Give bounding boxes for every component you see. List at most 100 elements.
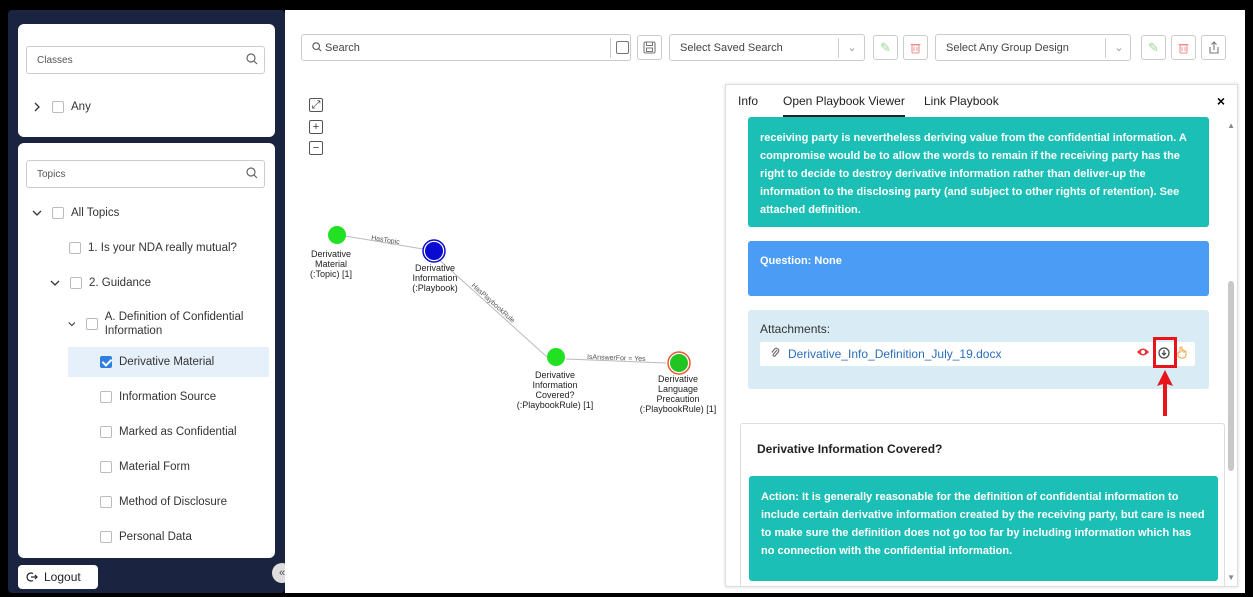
highlight-box [1153, 337, 1177, 368]
topics-placeholder: Topics [37, 169, 66, 180]
divider [610, 38, 611, 58]
checkbox[interactable] [52, 101, 64, 113]
save-icon [643, 41, 656, 54]
chevron-down-icon[interactable] [32, 208, 42, 218]
topics-card: Topics All Topics 1. Is your NDA really … [18, 143, 275, 558]
attachment-row: Derivative_Info_Definition_July_19.docx [760, 342, 1195, 366]
graph-node-information-covered[interactable] [547, 348, 565, 366]
classes-card: Classes Any [18, 24, 275, 137]
tab-link-playbook[interactable]: Link Playbook [924, 94, 999, 108]
tree-row-marked-confidential[interactable]: Marked as Confidential [100, 422, 237, 442]
logout-label: Logout [44, 570, 81, 584]
search-icon[interactable] [246, 167, 258, 179]
sidebar: Classes Any Topics All Topics 1. Is your… [8, 10, 285, 593]
eye-icon[interactable] [1136, 346, 1150, 361]
chevron-down-icon[interactable]: ⌄ [842, 37, 862, 57]
scrollbar-thumb[interactable] [1228, 281, 1234, 471]
toolbar: Search Select Saved Search ⌄ ✎ Select An… [285, 10, 1245, 74]
edit-group-design-button[interactable]: ✎ [1141, 35, 1166, 60]
tree-row-derivative-material[interactable]: Derivative Material [68, 347, 269, 377]
checkbox[interactable] [616, 41, 629, 54]
scroll-up-icon[interactable]: ▲ [1227, 121, 1235, 130]
node-label: Derivative Information Covered? (:Playbo… [516, 370, 594, 410]
checkbox[interactable] [100, 426, 112, 438]
checkbox-checked[interactable] [100, 356, 112, 368]
checkbox[interactable] [100, 496, 112, 508]
action-block-top: receiving party is nevertheless deriving… [748, 117, 1209, 227]
checkbox[interactable] [100, 391, 112, 403]
panel-tabs: Info Open Playbook Viewer Link Playbook … [726, 85, 1237, 117]
search-input[interactable]: Search [301, 34, 631, 61]
paperclip-icon [770, 347, 780, 362]
tree-row-definition-confidential[interactable]: A. Definition of Confidential Informatio… [68, 309, 258, 339]
search-placeholder: Search [325, 42, 360, 54]
chevron-down-icon[interactable] [50, 278, 60, 288]
divider [838, 38, 839, 58]
search-icon [312, 42, 322, 52]
chevron-down-icon[interactable] [68, 319, 76, 329]
tree-row-any[interactable]: Any [32, 97, 91, 117]
export-button[interactable] [1201, 35, 1226, 60]
tree-row-guidance[interactable]: 2. Guidance [50, 273, 151, 293]
close-icon[interactable]: × [1217, 93, 1225, 109]
checkbox[interactable] [100, 461, 112, 473]
divider [1105, 38, 1106, 58]
tree-label: Marked as Confidential [119, 426, 237, 438]
scroll-down-icon[interactable]: ▼ [1227, 573, 1235, 582]
attachment-link[interactable]: Derivative_Info_Definition_July_19.docx [788, 347, 1001, 361]
tree-row-information-source[interactable]: Information Source [100, 387, 216, 407]
rule-title: Derivative Information Covered? [757, 442, 943, 456]
classes-search-input[interactable]: Classes [26, 46, 265, 74]
hand-pointer-icon[interactable] [1176, 346, 1188, 362]
graph-node-derivative-material[interactable] [328, 226, 346, 244]
tree-label: Method of Disclosure [119, 496, 228, 508]
tree-row-personal-data[interactable]: Personal Data [100, 527, 192, 547]
node-label: Derivative Information (:Playbook) [412, 263, 458, 293]
delete-group-design-button[interactable] [1171, 35, 1196, 60]
checkbox[interactable] [69, 242, 81, 254]
main-area: Search Select Saved Search ⌄ ✎ Select An… [285, 10, 1245, 593]
chevron-down-icon[interactable]: ⌄ [1109, 37, 1129, 57]
tree-label: 1. Is your NDA really mutual? [88, 242, 237, 254]
checkbox[interactable] [70, 277, 82, 289]
tree-row-material-form[interactable]: Material Form [100, 457, 190, 477]
tree-label: All Topics [71, 207, 120, 219]
checkbox[interactable] [100, 531, 112, 543]
checkbox[interactable] [52, 207, 64, 219]
rule-card: Derivative Information Covered? Action: … [740, 423, 1225, 586]
search-icon[interactable] [246, 53, 258, 65]
node-label: Derivative Material (:Topic) [1] [309, 249, 352, 279]
pencil-icon: ✎ [880, 39, 891, 55]
saved-search-select[interactable]: Select Saved Search [669, 34, 865, 61]
group-design-select[interactable]: Select Any Group Design [935, 34, 1131, 61]
tree-label: 2. Guidance [89, 277, 152, 289]
topics-search-input[interactable]: Topics [26, 160, 265, 188]
graph-canvas[interactable]: ⤢ + − HasTopic HasPlaybookRule IsAnswerF… [285, 74, 725, 593]
classes-placeholder: Classes [37, 55, 73, 66]
graph-edges [328, 226, 691, 375]
action-text-top: receiving party is nevertheless deriving… [760, 132, 1187, 216]
red-arrow [1157, 370, 1173, 416]
scrollbar[interactable]: ▲ ▼ [1225, 117, 1237, 586]
tree-row-all-topics[interactable]: All Topics [32, 203, 119, 223]
attachments-block: Attachments: Derivative_Info_Definition_… [748, 310, 1209, 389]
graph-node-derivative-information[interactable] [425, 242, 443, 260]
checkbox[interactable] [85, 318, 98, 330]
tree-label: Any [71, 101, 91, 113]
chevron-right-icon[interactable] [32, 102, 42, 112]
question-text: Question: None [760, 255, 842, 267]
logout-button[interactable]: Logout [18, 565, 98, 589]
pencil-icon: ✎ [1148, 39, 1159, 55]
save-search-button[interactable] [637, 35, 662, 60]
tab-info[interactable]: Info [738, 94, 758, 108]
tree-row-nda-mutual[interactable]: 1. Is your NDA really mutual? [69, 238, 237, 258]
tab-open-playbook-viewer[interactable]: Open Playbook Viewer [783, 94, 905, 117]
edit-saved-search-button[interactable]: ✎ [873, 35, 898, 60]
graph-node-language-precaution[interactable] [670, 354, 688, 372]
delete-saved-search-button[interactable] [903, 35, 928, 60]
share-icon [1208, 41, 1219, 54]
saved-search-placeholder: Select Saved Search [680, 42, 783, 54]
tree-label: A. Definition of Confidential Informatio… [104, 311, 244, 337]
tree-row-method-disclosure[interactable]: Method of Disclosure [100, 492, 227, 512]
trash-icon [910, 43, 921, 54]
